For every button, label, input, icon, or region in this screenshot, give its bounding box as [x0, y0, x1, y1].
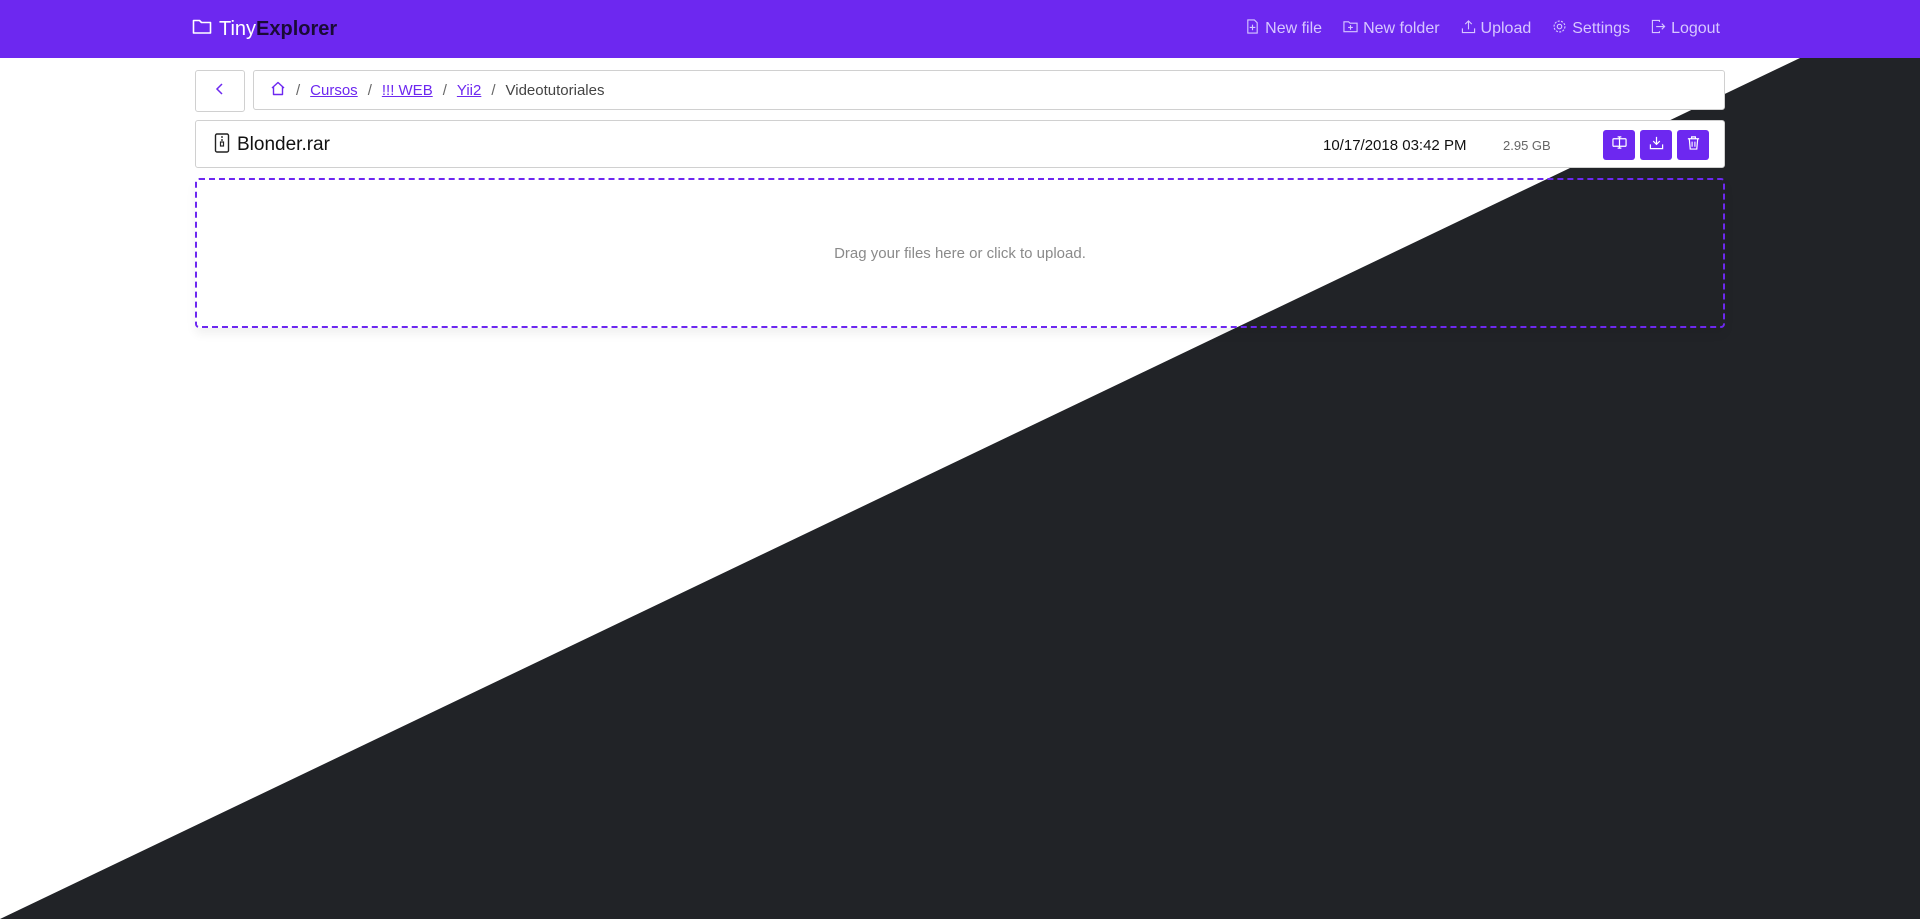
- file-actions: [1603, 130, 1709, 160]
- folder-plus-icon: [1343, 19, 1358, 39]
- gear-icon: [1552, 19, 1567, 39]
- new-file-label: New file: [1265, 20, 1323, 37]
- new-folder-label: New folder: [1363, 20, 1440, 37]
- rename-icon: [1611, 135, 1627, 155]
- breadcrumb-separator: /: [367, 81, 372, 99]
- dropzone-text: Drag your files here or click to upload.: [834, 244, 1086, 262]
- file-size: 2.95 GB: [1503, 137, 1551, 153]
- top-navbar: TinyExplorer New file New folder Upload: [0, 0, 1920, 58]
- file-row[interactable]: Blonder.rar 10/17/2018 03:42 PM 2.95 GB: [195, 120, 1725, 168]
- chevron-left-icon: [214, 82, 226, 101]
- breadcrumb-row: / Cursos / !!! WEB / Yii2 / Videotutoria…: [195, 70, 1725, 112]
- new-folder-link[interactable]: New folder: [1343, 19, 1440, 39]
- logout-icon: [1651, 19, 1666, 39]
- breadcrumb-separator: /: [491, 81, 496, 99]
- brand-name-bold: Explorer: [256, 17, 338, 40]
- navbar-actions: New file New folder Upload Settings Logo…: [1245, 0, 1720, 58]
- folder-icon: [192, 17, 212, 41]
- breadcrumb: / Cursos / !!! WEB / Yii2 / Videotutoria…: [253, 70, 1725, 110]
- file-info: Blonder.rar: [214, 121, 330, 169]
- main-content: / Cursos / !!! WEB / Yii2 / Videotutoria…: [195, 70, 1725, 328]
- upload-link[interactable]: Upload: [1461, 19, 1532, 39]
- breadcrumb-separator: /: [296, 81, 301, 99]
- brand-logo[interactable]: TinyExplorer: [192, 0, 337, 58]
- settings-link[interactable]: Settings: [1552, 19, 1630, 39]
- delete-button[interactable]: [1677, 130, 1709, 160]
- new-file-link[interactable]: New file: [1245, 19, 1322, 39]
- download-button[interactable]: [1640, 130, 1672, 160]
- rename-button[interactable]: [1603, 130, 1635, 160]
- breadcrumb-current: Videotutoriales: [505, 81, 605, 99]
- back-button[interactable]: [195, 70, 245, 112]
- upload-icon: [1461, 19, 1476, 39]
- breadcrumb-item-cursos[interactable]: Cursos: [310, 82, 358, 99]
- archive-file-icon: [214, 132, 230, 158]
- upload-label: Upload: [1480, 20, 1532, 37]
- breadcrumb-item-yii2[interactable]: Yii2: [457, 82, 481, 99]
- logout-label: Logout: [1671, 20, 1720, 37]
- file-plus-icon: [1245, 19, 1260, 39]
- upload-dropzone[interactable]: Drag your files here or click to upload.: [195, 178, 1725, 328]
- download-icon: [1649, 135, 1664, 155]
- brand-name-light: Tiny: [219, 17, 257, 40]
- breadcrumb-separator: /: [442, 81, 447, 99]
- logout-link[interactable]: Logout: [1651, 19, 1720, 39]
- trash-icon: [1686, 135, 1701, 155]
- file-name[interactable]: Blonder.rar: [237, 134, 330, 156]
- home-icon[interactable]: [270, 81, 286, 100]
- breadcrumb-item-web[interactable]: !!! WEB: [382, 82, 433, 99]
- settings-label: Settings: [1572, 20, 1631, 37]
- file-modified-date: 10/17/2018 03:42 PM: [1323, 136, 1467, 154]
